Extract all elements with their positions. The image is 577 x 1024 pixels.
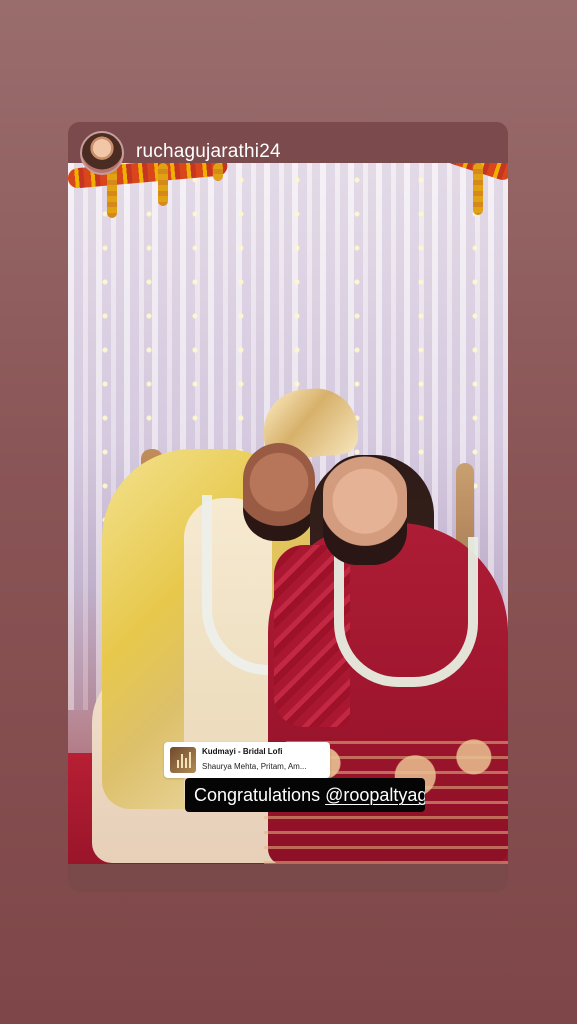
bride-face <box>323 455 407 565</box>
username[interactable]: ruchagujarathi24 <box>136 141 281 163</box>
music-note-icon <box>170 747 196 773</box>
music-sticker[interactable]: Kudmayi - Bridal Lofi Shaurya Mehta, Pri… <box>164 742 330 778</box>
fairy-lights <box>472 163 478 513</box>
story-header <box>68 122 508 164</box>
congratulations-caption[interactable]: Congratulations @roopaltyagi06 <box>185 778 425 812</box>
fairy-lights <box>102 163 108 553</box>
music-title: Kudmayi - Bridal Lofi <box>202 747 283 756</box>
caption-text: Congratulations @roopaltyagi06 <box>194 778 425 812</box>
profile-avatar[interactable] <box>80 131 124 175</box>
story-card[interactable]: ruchagujarathi24 Kudmayi - Bridal Lofi S… <box>68 122 508 892</box>
instagram-story-screen: ruchagujarathi24 Kudmayi - Bridal Lofi S… <box>0 0 577 1024</box>
fairy-lights <box>146 163 152 463</box>
marigold-hanging <box>473 163 483 215</box>
fairy-lights <box>354 163 360 503</box>
groom-face <box>243 443 315 541</box>
fairy-lights <box>418 163 424 493</box>
marigold-hanging <box>213 163 223 181</box>
marigold-hanging <box>158 163 168 206</box>
user-mention[interactable]: @roopaltyagi06 <box>325 785 425 805</box>
caption-prefix: Congratulations <box>194 785 326 805</box>
fairy-lights <box>238 163 244 453</box>
music-artist: Shaurya Mehta, Pritam, Am... <box>202 762 307 771</box>
